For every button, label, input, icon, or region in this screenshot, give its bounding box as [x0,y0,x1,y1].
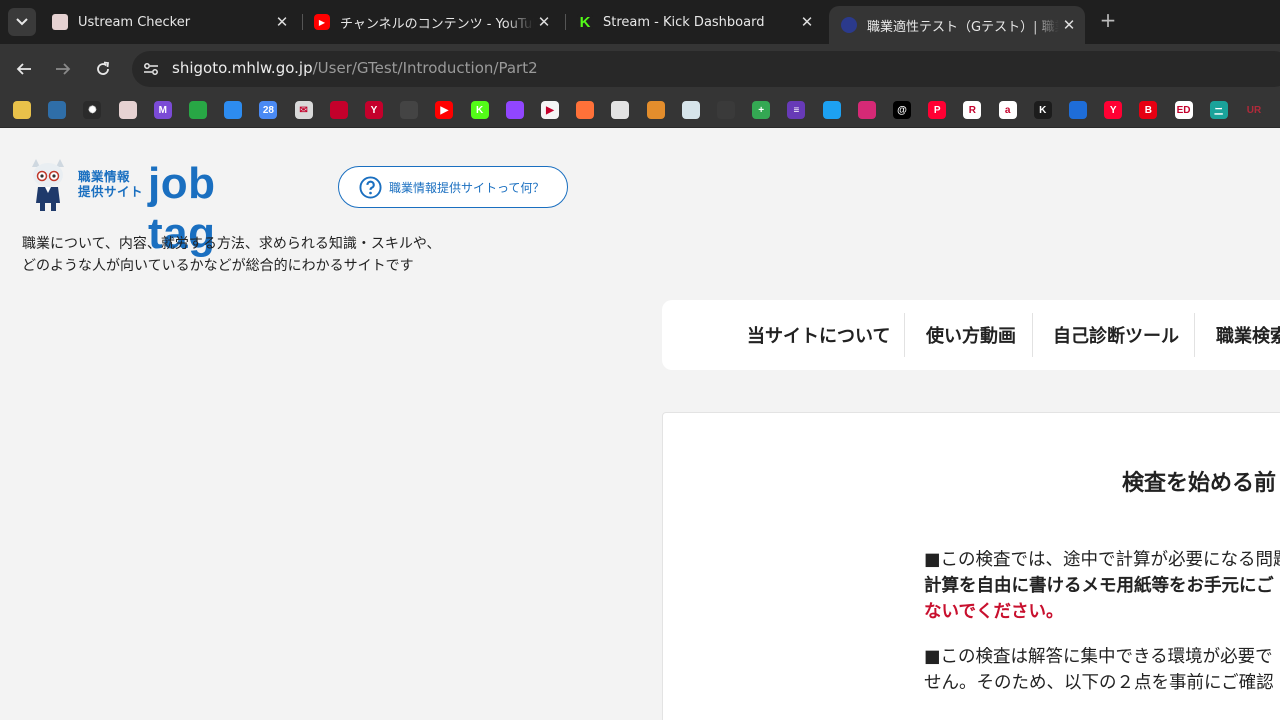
tab-title: Stream - Kick Dashboard [603,14,765,30]
logo-subtitle: 職業情報 提供サイト [78,169,143,199]
bookmark-orange-icon[interactable] [646,101,665,119]
tab-strip: Ustream Checker ✕ ▶ チャンネルのコンテンツ - YouTub… [0,0,1280,44]
question-circle-icon [359,175,382,199]
twitter-icon[interactable] [822,101,841,119]
kick-icon[interactable]: K [470,101,489,119]
about-site-label: 職業情報提供サイトって何？ [389,180,545,195]
nav-about[interactable]: 当サイトについて [747,313,890,357]
tab-title: 職業適性テスト（Gテスト）| 職業情報提供サイト [867,19,1059,35]
bookmark-red-icon[interactable] [329,101,348,119]
rakuten-icon[interactable]: R [963,101,982,119]
arrow-left-icon [16,63,31,75]
tab-youtube-studio[interactable]: ▶ チャンネルのコンテンツ - YouTube Studio ✕ [302,7,560,37]
bookmark-1-icon[interactable] [13,101,31,119]
tab-search-button[interactable] [8,8,36,36]
tagline-line1: 職業について、内容、就労する方法、求められる知識・スキルや、 [22,236,441,252]
url-host: shigoto.mhlw.go.jp [172,59,313,77]
notice-environment: ■この検査は解答に集中できる環境が必要で せん。そのため、以下の２点を事前にご確… [924,644,1274,696]
site-tagline: 職業について、内容、就労する方法、求められる知識・スキルや、 どのような人が向い… [22,233,440,277]
nav-divider [904,313,905,357]
bookmark-rainbow-icon[interactable] [611,101,630,119]
tab-title: Ustream Checker [78,14,191,30]
bookmark-blue-icon[interactable] [1069,101,1087,119]
gmail-icon[interactable]: ✉ [294,101,313,119]
close-tab-icon[interactable]: ✕ [1059,15,1079,35]
close-tab-icon[interactable]: ✕ [797,12,817,32]
instagram-icon[interactable] [857,101,876,119]
nav-tutorial-videos[interactable]: 使い方動画 [926,313,1016,357]
yahoo-icon[interactable]: Y [365,101,383,119]
notice-calculation: ■この検査では、途中で計算が必要になる問題 計算を自由に書けるメモ用紙等をお手元… [924,547,1280,625]
jobtag-favicon-icon [841,17,857,33]
notice-env-line2: せん。そのため、以下の２点を事前にご確認 [924,673,1274,693]
new-tab-button[interactable]: + [1097,10,1119,32]
paypay-icon[interactable]: P [928,101,947,119]
bookmark-2-icon[interactable] [48,101,67,119]
bookmark-mail-icon[interactable]: M [153,101,172,119]
logo-subtitle-line1: 職業情報 [78,169,131,184]
ustream-favicon-icon [52,14,68,30]
about-site-button[interactable]: 職業情報提供サイトって何？ [338,166,568,208]
mascot-icon [32,159,64,211]
url-path: /User/GTest/Introduction/Part2 [312,59,538,77]
forward-button[interactable] [50,56,76,82]
address-bar[interactable]: shigoto.mhlw.go.jp/User/GTest/Introducti… [132,51,1280,87]
yahoo-shopping-icon[interactable]: Y [1104,101,1123,119]
global-nav: 当サイトについて 使い方動画 自己診断ツール 職業検索 [662,300,1280,370]
notice-line2-bold: 計算を自由に書けるメモ用紙等をお手元にご [924,576,1274,596]
nav-job-search[interactable]: 職業検索 [1216,313,1280,357]
tab-ustream-checker[interactable]: Ustream Checker ✕ [40,7,298,37]
tab-gtest-active[interactable]: 職業適性テスト（Gテスト）| 職業情報提供サイト ✕ [829,6,1085,44]
forms-icon[interactable]: ≡ [787,101,806,119]
bookmark-b-icon[interactable]: B [1139,101,1158,119]
youtube-icon[interactable]: ▶ [435,101,454,119]
notice-env-line1: ■この検査は解答に集中できる環境が必要で [924,647,1273,667]
back-button[interactable] [11,56,37,82]
reload-icon [97,61,110,75]
url-text: shigoto.mhlw.go.jp/User/GTest/Introducti… [172,59,538,77]
bookmark-teal-icon[interactable]: ニ [1209,101,1228,119]
bookmark-play-icon[interactable]: ▶ [541,101,559,119]
chatgpt-icon[interactable]: ✺ [83,101,102,119]
site-settings-icon[interactable] [142,60,160,78]
ustream-icon[interactable] [118,101,137,119]
instructions-card: 検査を始める前 ■この検査では、途中で計算が必要になる問題 計算を自由に書けるメ… [662,412,1280,720]
amazon-icon[interactable]: a [998,101,1017,119]
nav-divider [1032,313,1033,357]
tab-title: チャンネルのコンテンツ - YouTube Studio [340,16,534,32]
reload-button[interactable] [90,56,116,82]
calendar-icon[interactable]: 28 [259,101,278,119]
bookmark-plus-icon[interactable]: + [752,101,771,119]
bookmark-green-icon[interactable] [189,101,207,119]
bookmark-edu-icon[interactable]: ED [1174,101,1193,119]
onedrive-icon[interactable] [224,101,243,119]
jobtag-logo[interactable]: 職業情報 提供サイト job tag [26,157,286,258]
close-tab-icon[interactable]: ✕ [534,12,554,32]
arrow-right-icon [56,63,71,75]
notice-line3-warning: ないでください。 [924,602,1064,622]
kick-favicon-icon: K [577,14,593,31]
tab-kick-dashboard[interactable]: K Stream - Kick Dashboard ✕ [565,7,823,37]
bookmark-dark-icon[interactable] [400,101,419,119]
threads-icon[interactable]: @ [893,101,911,119]
twitch-icon[interactable] [505,101,524,119]
bookmark-ur-icon[interactable]: UR [1245,101,1263,119]
bookmark-globe-icon[interactable] [681,101,700,119]
notice-line1: ■この検査では、途中で計算が必要になる問題 [924,550,1280,570]
nav-divider [1194,313,1195,357]
chevron-down-icon [16,18,28,26]
page-content: 職業情報 提供サイト job tag 職業情報提供サイトって何？ 職業について、… [0,129,1280,720]
close-tab-icon[interactable]: ✕ [272,12,292,32]
bookmark-k-icon[interactable]: K [1033,101,1052,119]
firefox-icon[interactable] [576,101,595,119]
logo-subtitle-line2: 提供サイト [78,184,144,199]
bookmarks-bar: ✺ M 28 ✉ Y ▶ K ▶ + ≡ @ P Ra K Y B ED ニ UR [0,94,1280,128]
bookmark-chat-icon[interactable] [717,101,735,119]
nav-self-diagnosis[interactable]: 自己診断ツール [1053,313,1179,357]
tagline-line2: どのような人が向いているかなどが総合的にわかるサイトです [22,258,414,274]
youtube-favicon-icon: ▶ [314,14,330,30]
browser-toolbar: shigoto.mhlw.go.jp/User/GTest/Introducti… [0,44,1280,94]
card-title: 検査を始める前 [1122,471,1277,496]
